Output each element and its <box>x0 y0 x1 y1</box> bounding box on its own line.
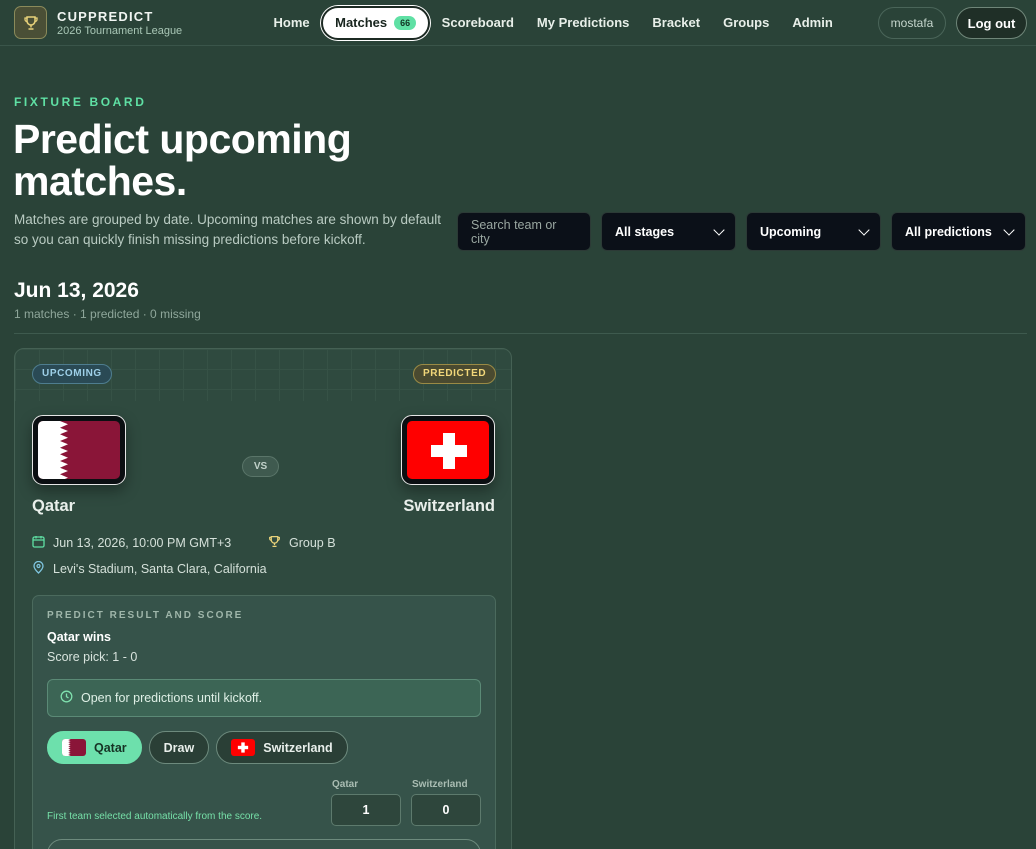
predicted-badge: PREDICTED <box>413 364 497 384</box>
choice-qatar-label: Qatar <box>94 740 127 755</box>
top-nav: CUPPREDICT 2026 Tournament League Home M… <box>0 0 1036 46</box>
calendar-icon <box>32 535 45 551</box>
save-prediction-button[interactable] <box>47 839 481 849</box>
chevron-down-icon <box>713 223 725 236</box>
kickoff-row: Jun 13, 2026, 10:00 PM GMT+3 <box>32 535 231 551</box>
auto-select-note: First team selected automatically from t… <box>47 811 263 822</box>
nav-groups[interactable]: Groups <box>712 5 781 41</box>
vs-badge: VS <box>242 456 279 477</box>
nav-scoreboard[interactable]: Scoreboard <box>430 5 525 41</box>
qatar-flag <box>32 415 126 485</box>
switzerland-flag <box>401 415 495 485</box>
nav-links: Home Matches 66 Scoreboard My Prediction… <box>262 5 844 41</box>
predictions-select[interactable]: All predictions <box>891 212 1026 251</box>
page-title: Predict upcoming matches. <box>13 116 352 204</box>
predictions-select-value: All predictions <box>905 224 992 239</box>
score-pick: Score pick: 1 - 0 <box>47 650 138 664</box>
date-summary: 1 matches · 1 predicted · 0 missing <box>14 307 201 321</box>
filter-bar: Search team or city All stages Upcoming … <box>457 212 1026 251</box>
status-select-value: Upcoming <box>760 224 822 239</box>
qatar-flag-mini <box>62 739 86 756</box>
home-score-input[interactable]: 1 <box>331 794 401 826</box>
nav-matches[interactable]: Matches 66 <box>321 6 431 40</box>
matches-count-badge: 66 <box>394 16 417 30</box>
choice-switzerland[interactable]: Switzerland <box>216 731 348 764</box>
nav-my-predictions[interactable]: My Predictions <box>525 5 640 41</box>
choice-qatar[interactable]: Qatar <box>47 731 142 764</box>
venue-row: Levi's Stadium, Santa Clara, California <box>32 560 267 577</box>
kickoff-time: Jun 13, 2026, 10:00 PM GMT+3 <box>53 536 232 550</box>
away-score-label: Switzerland <box>412 779 468 790</box>
current-pick: Qatar wins <box>47 630 111 644</box>
brand-subtitle: 2026 Tournament League <box>57 25 183 37</box>
page-description: Matches are grouped by date. Upcoming ma… <box>14 212 441 247</box>
home-team-name: Qatar <box>32 497 76 515</box>
chevron-down-icon <box>858 223 870 236</box>
group-row: Group B <box>268 535 336 551</box>
stage-select-value: All stages <box>615 224 675 239</box>
predict-panel: PREDICT RESULT AND SCORE Qatar wins Scor… <box>32 595 496 849</box>
nav-admin[interactable]: Admin <box>781 5 844 41</box>
logout-button[interactable]: Log out <box>956 7 1027 39</box>
status-select[interactable]: Upcoming <box>746 212 881 251</box>
chevron-down-icon <box>1003 223 1015 236</box>
group-label: Group B <box>289 536 336 550</box>
search-input[interactable]: Search team or city <box>457 212 591 251</box>
home-score-label: Qatar <box>332 779 359 790</box>
away-score-input[interactable]: 0 <box>411 794 481 826</box>
clock-icon <box>60 690 73 706</box>
date-heading: Jun 13, 2026 <box>14 279 139 302</box>
user-pill[interactable]: mostafa <box>878 7 946 39</box>
location-pin-icon <box>32 560 45 577</box>
open-note-text: Open for predictions until kickoff. <box>81 691 263 705</box>
fixture-eyebrow: FIXTURE BOARD <box>14 95 147 109</box>
choice-draw[interactable]: Draw <box>148 731 210 764</box>
choice-switzerland-label: Switzerland <box>263 740 333 755</box>
choice-draw-label: Draw <box>163 740 195 755</box>
status-badge: UPCOMING <box>32 364 112 384</box>
result-choices: Qatar Draw Switzerland <box>47 731 348 764</box>
trophy-icon <box>268 535 281 551</box>
venue-label: Levi's Stadium, Santa Clara, California <box>53 562 267 576</box>
brand-name[interactable]: CUPPREDICT <box>57 9 154 24</box>
nav-home[interactable]: Home <box>262 5 321 41</box>
nav-bracket[interactable]: Bracket <box>641 5 712 41</box>
trophy-logo-icon[interactable] <box>14 6 47 39</box>
away-team-name: Switzerland <box>403 497 495 515</box>
predict-eyebrow: PREDICT RESULT AND SCORE <box>47 610 244 621</box>
stage-select[interactable]: All stages <box>601 212 736 251</box>
switzerland-flag-mini <box>231 739 256 756</box>
open-predictions-notice: Open for predictions until kickoff. <box>47 679 481 717</box>
divider <box>14 333 1027 334</box>
nav-matches-label: Matches <box>335 15 388 30</box>
match-card: UPCOMING PREDICTED VS Qatar Switzerland … <box>14 348 512 849</box>
